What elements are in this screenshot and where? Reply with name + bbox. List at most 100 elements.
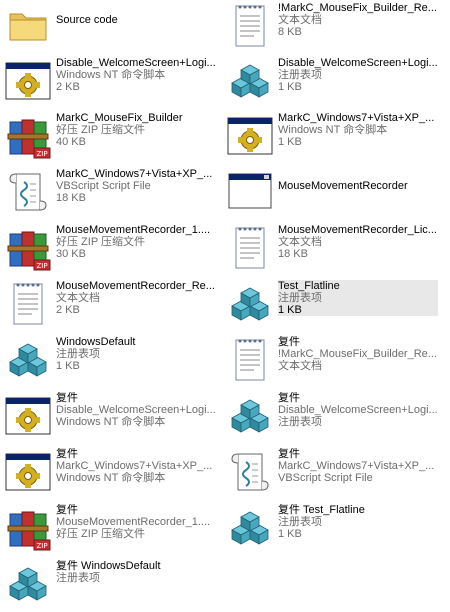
file-type: 注册表项 <box>56 348 100 360</box>
file-name: MouseMovementRecorder <box>278 180 408 192</box>
file-type: 注册表项 <box>278 69 322 81</box>
file-item[interactable]: 复件 MarkC_Windows7+Vista+XP_... Windows NT … <box>0 446 214 500</box>
file-item[interactable]: MarkC_Windows7+Vista+XP_... VBScript Scri… <box>0 166 214 220</box>
file-item[interactable]: MouseMovementRecorder_Lic... 文本文档 18 KB <box>222 222 438 276</box>
file-size: 1 KB <box>278 528 302 540</box>
file-details: MarkC_Windows7+Vista+XP_... VBScript Scri… <box>56 168 216 204</box>
file-name: MouseMovementRecorder_1.... <box>56 224 211 236</box>
file-item[interactable]: !MarkC_MouseFix_Builder_Re... 文本文档 8 KB <box>222 0 438 54</box>
file-name: MouseMovementRecorder_Re... <box>56 280 215 292</box>
registry-file-icon <box>226 392 274 440</box>
file-details: 复件 Test_Flatline 注册表项 1 KB <box>278 504 438 540</box>
file-item[interactable]: MouseMovementRecorder <box>222 166 436 220</box>
file-size: 注册表项 <box>278 416 322 428</box>
zip-archive-icon: ZIP <box>4 504 52 552</box>
file-item[interactable]: 复件 WindowsDefault 注册表项 <box>0 558 214 612</box>
file-item[interactable]: 复件 Disable_WelcomeScreen+Logi... Windows N… <box>0 390 216 444</box>
file-details: 复件 Disable_WelcomeScreen+Logi... 注册表项 <box>278 392 438 428</box>
file-item[interactable]: ZIP MouseMovementRecorder_1.... 好压 ZIP 压缩… <box>0 222 214 276</box>
svg-text:ZIP: ZIP <box>36 262 47 270</box>
command-script-icon <box>4 448 52 496</box>
file-details: 复件 !MarkC_MouseFix_Builder_Re... 文本文档 <box>278 336 438 372</box>
file-size: VBScript Script File <box>278 472 373 484</box>
file-type: Windows NT 命令脚本 <box>56 69 166 81</box>
file-details: 复件 Disable_WelcomeScreen+Logi... Windows N… <box>56 392 216 428</box>
vbscript-file-icon <box>4 168 52 216</box>
file-item[interactable]: ZIP MarkC_MouseFix_Builder 好压 ZIP 压缩文件 40 … <box>0 110 214 164</box>
file-item[interactable]: 复件 Disable_WelcomeScreen+Logi... 注册表项 <box>222 390 438 444</box>
vbscript-file-icon <box>226 448 274 496</box>
text-document-icon <box>226 2 274 50</box>
file-item[interactable]: WindowsDefault 注册表项 1 KB <box>0 334 214 388</box>
svg-text:ZIP: ZIP <box>36 542 47 550</box>
file-size: 1 KB <box>278 136 302 148</box>
command-script-icon <box>4 392 52 440</box>
file-type: 文本文档 <box>278 14 322 26</box>
folder-icon <box>4 2 52 50</box>
file-type: MouseMovementRecorder_1.... <box>56 516 211 528</box>
file-details: Disable_WelcomeScreen+Logi... Windows NT … <box>56 57 216 93</box>
file-details: !MarkC_MouseFix_Builder_Re... 文本文档 8 KB <box>278 2 438 38</box>
file-name: 复件 <box>56 504 78 516</box>
file-details: Source code <box>56 14 216 26</box>
file-name: Source code <box>56 14 118 26</box>
file-name: WindowsDefault <box>56 336 136 348</box>
file-item[interactable]: Disable_WelcomeScreen+Logi... Windows NT … <box>0 55 216 109</box>
registry-file-icon <box>226 280 274 328</box>
file-name: Disable_WelcomeScreen+Logi... <box>278 57 438 69</box>
file-type: 文本文档 <box>278 236 322 248</box>
file-size: 18 KB <box>278 248 308 260</box>
file-details: MarkC_Windows7+Vista+XP_... Windows NT 命令… <box>278 112 438 148</box>
file-name: MarkC_MouseFix_Builder <box>56 112 183 124</box>
file-name: MouseMovementRecorder_Lic... <box>278 224 437 236</box>
file-type: 注册表项 <box>278 516 322 528</box>
file-name: Disable_WelcomeScreen+Logi... <box>56 57 216 69</box>
file-name: 复件 <box>278 448 300 460</box>
file-size: 30 KB <box>56 248 86 260</box>
file-type: Windows NT 命令脚本 <box>278 124 388 136</box>
file-item[interactable]: 复件 Test_Flatline 注册表项 1 KB <box>222 502 436 556</box>
application-window-icon <box>226 168 274 216</box>
file-details: MouseMovementRecorder_Lic... 文本文档 18 KB <box>278 224 438 260</box>
file-size: 8 KB <box>278 26 302 38</box>
file-type: 好压 ZIP 压缩文件 <box>56 236 146 248</box>
registry-file-icon <box>226 57 274 105</box>
file-name: MarkC_Windows7+Vista+XP_... <box>56 168 213 180</box>
file-type: 文本文档 <box>56 292 100 304</box>
file-item[interactable]: Test_Flatline 注册表项 1 KB <box>222 278 438 332</box>
file-size: 18 KB <box>56 192 86 204</box>
file-name: 复件 Test_Flatline <box>278 504 365 516</box>
command-script-icon <box>226 112 274 160</box>
file-item[interactable]: Disable_WelcomeScreen+Logi... 注册表项 1 KB <box>222 55 438 109</box>
registry-file-icon <box>4 560 52 608</box>
file-item[interactable]: MouseMovementRecorder_Re... 文本文档 2 KB <box>0 278 215 332</box>
file-name: !MarkC_MouseFix_Builder_Re... <box>278 2 437 14</box>
file-name: 复件 <box>56 392 78 404</box>
file-size: 文本文档 <box>278 360 322 372</box>
file-type: 注册表项 <box>56 572 100 584</box>
file-item[interactable]: 复件 MarkC_Windows7+Vista+XP_... VBScript Sc… <box>222 446 436 500</box>
file-size: 40 KB <box>56 136 86 148</box>
file-details: 复件 MouseMovementRecorder_1.... 好压 ZIP 压缩文件 <box>56 504 216 540</box>
file-name: 复件 WindowsDefault <box>56 560 161 572</box>
svg-text:ZIP: ZIP <box>36 150 47 158</box>
file-type: MarkC_Windows7+Vista+XP_... <box>56 460 213 472</box>
file-size: Windows NT 命令脚本 <box>56 472 166 484</box>
zip-archive-icon: ZIP <box>4 112 52 160</box>
file-name: 复件 <box>56 448 78 460</box>
file-size: 2 KB <box>56 304 80 316</box>
text-document-icon <box>226 224 274 272</box>
command-script-icon <box>4 57 52 105</box>
file-type: VBScript Script File <box>56 180 151 192</box>
file-tile-view: Source code !MarkC_MouseFix_Builder_Re..… <box>0 0 450 601</box>
file-item[interactable]: 复件 !MarkC_MouseFix_Builder_Re... 文本文档 <box>222 334 438 388</box>
file-item[interactable]: Source code <box>0 0 214 54</box>
file-size: Windows NT 命令脚本 <box>56 416 166 428</box>
registry-file-icon <box>4 336 52 384</box>
file-item[interactable]: ZIP 复件 MouseMovementRecorder_1.... 好压 ZIP … <box>0 502 214 556</box>
file-item[interactable]: MarkC_Windows7+Vista+XP_... Windows NT 命令… <box>222 110 436 164</box>
file-details: 复件 MarkC_Windows7+Vista+XP_... VBScript Sc… <box>278 448 438 484</box>
file-type: MarkC_Windows7+Vista+XP_... <box>278 460 435 472</box>
registry-file-icon <box>226 504 274 552</box>
file-type: Disable_WelcomeScreen+Logi... <box>278 404 438 416</box>
